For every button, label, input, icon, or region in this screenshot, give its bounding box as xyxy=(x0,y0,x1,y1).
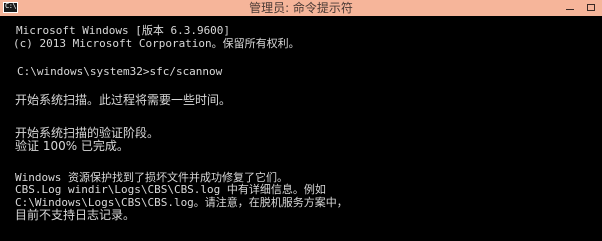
console-line-command: C:\windows\system32>sfc/scannow xyxy=(17,65,223,78)
console-line-verify-phase: 开始系统扫描的验证阶段。 xyxy=(15,126,160,140)
console-line-copyright: (c) 2013 Microsoft Corporation。保留所有权利。 xyxy=(13,37,300,50)
console-line-log-info: CBS.Log windir\Logs\CBS\CBS.log 中有详细信息。例… xyxy=(15,183,326,196)
console-line-verify-complete: 验证 100% 已完成。 xyxy=(15,139,129,153)
minimize-button[interactable] xyxy=(558,0,580,16)
maximize-icon xyxy=(587,4,595,11)
console-output[interactable]: Microsoft Windows [版本 6.3.9600] (c) 2013… xyxy=(0,16,602,241)
command-prompt-window: C:\ 管理员: 命令提示符 Microsoft Windows [版本 6.3… xyxy=(0,0,602,241)
console-line-scan-start: 开始系统扫描。此过程将需要一些时间。 xyxy=(15,93,232,107)
maximize-button[interactable] xyxy=(580,0,602,16)
window-controls xyxy=(558,0,602,16)
console-line-version: Microsoft Windows [版本 6.3.9600] xyxy=(16,24,231,37)
title-bar[interactable]: C:\ 管理员: 命令提示符 xyxy=(0,0,602,16)
console-line-log-unsupported: 目前不支持日志记录。 xyxy=(15,208,136,222)
window-title: 管理员: 命令提示符 xyxy=(249,1,353,15)
minimize-icon xyxy=(566,9,574,10)
